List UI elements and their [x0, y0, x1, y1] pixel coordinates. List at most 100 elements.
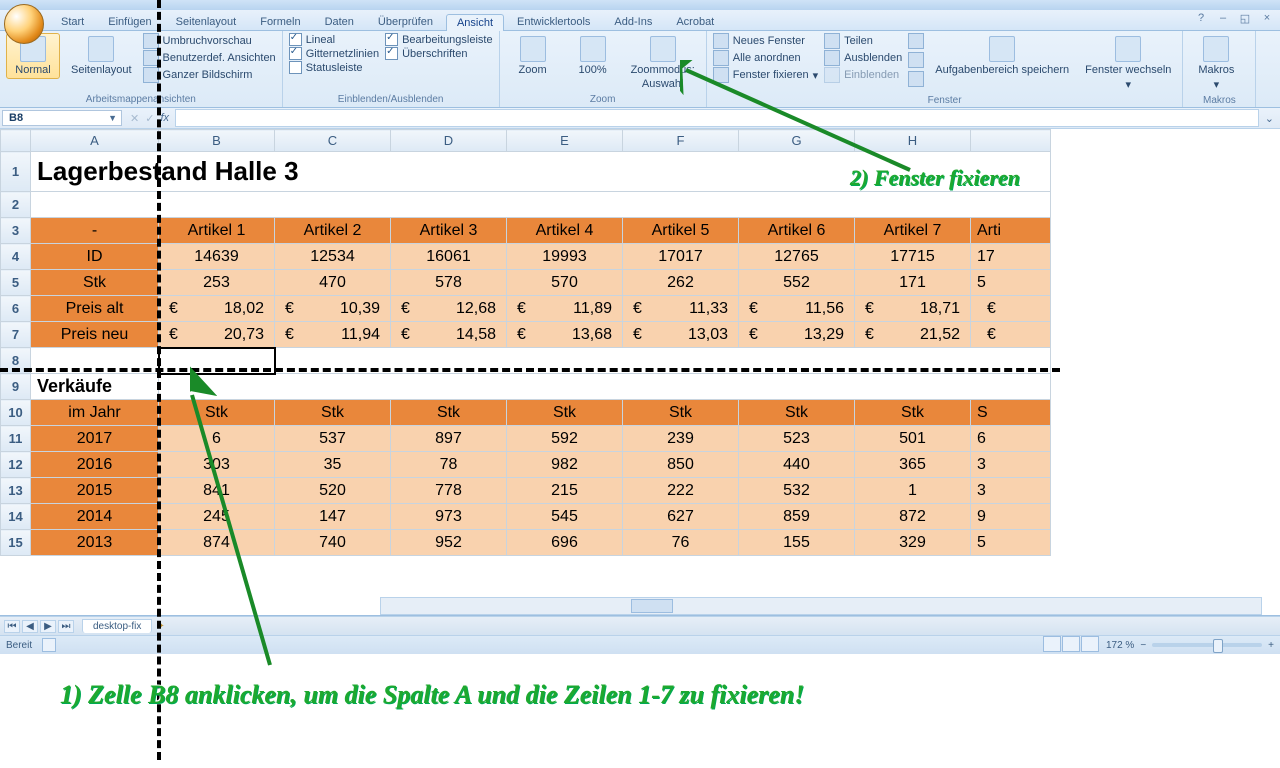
cell[interactable]: 627: [623, 504, 739, 530]
office-button[interactable]: [4, 4, 44, 44]
tab-entwicklertools[interactable]: Entwicklertools: [506, 13, 601, 30]
col-header[interactable]: H: [855, 130, 971, 152]
cell[interactable]: 2017: [31, 426, 159, 452]
cell[interactable]: €21,52: [855, 322, 971, 348]
cell[interactable]: €: [971, 296, 1051, 322]
cell[interactable]: Stk: [507, 400, 623, 426]
switch-windows-button[interactable]: Fenster wechseln▾: [1080, 33, 1176, 94]
row-header[interactable]: 1: [1, 152, 31, 192]
cell[interactable]: 239: [623, 426, 739, 452]
hide-button[interactable]: Ausblenden: [824, 50, 902, 66]
cell[interactable]: 545: [507, 504, 623, 530]
fx-icon[interactable]: fx: [160, 112, 169, 124]
new-sheet-icon[interactable]: ✦: [156, 621, 164, 632]
cell[interactable]: Artikel 6: [739, 218, 855, 244]
zoom-button[interactable]: Zoom: [506, 33, 560, 79]
cell[interactable]: €20,73: [159, 322, 275, 348]
cell[interactable]: 778: [391, 478, 507, 504]
sheet-nav-first[interactable]: ⏮: [4, 620, 20, 633]
cell[interactable]: 6: [971, 426, 1051, 452]
compare-icon[interactable]: [908, 71, 924, 87]
cell[interactable]: ID: [31, 244, 159, 270]
cell[interactable]: 76: [623, 530, 739, 556]
tab-daten[interactable]: Daten: [314, 13, 365, 30]
freeze-panes-button[interactable]: Fenster fixieren ▾: [713, 67, 818, 83]
cell[interactable]: 19993: [507, 244, 623, 270]
sheet-nav-prev[interactable]: ◀: [22, 620, 38, 633]
cell[interactable]: 155: [739, 530, 855, 556]
cell[interactable]: 520: [275, 478, 391, 504]
unhide-button[interactable]: Einblenden: [824, 67, 902, 83]
cancel-icon[interactable]: ✕: [130, 112, 139, 125]
cell[interactable]: 552: [739, 270, 855, 296]
cell[interactable]: Artikel 1: [159, 218, 275, 244]
cell[interactable]: 329: [855, 530, 971, 556]
cell[interactable]: Stk: [391, 400, 507, 426]
cell[interactable]: Preis alt: [31, 296, 159, 322]
chevron-down-icon[interactable]: ▼: [108, 113, 117, 123]
cell[interactable]: Arti: [971, 218, 1051, 244]
row-header[interactable]: 12: [1, 452, 31, 478]
cell[interactable]: 952: [391, 530, 507, 556]
cell[interactable]: 6: [159, 426, 275, 452]
row-header[interactable]: 2: [1, 192, 31, 218]
cell[interactable]: 1: [855, 478, 971, 504]
row-header[interactable]: 7: [1, 322, 31, 348]
cell[interactable]: 303: [159, 452, 275, 478]
cell[interactable]: Stk: [159, 400, 275, 426]
tab-formeln[interactable]: Formeln: [249, 13, 311, 30]
cell[interactable]: Preis neu: [31, 322, 159, 348]
cell[interactable]: 3: [971, 478, 1051, 504]
chk-gitter[interactable]: Gitternetzlinien: [289, 47, 379, 60]
help-icon[interactable]: ?: [1194, 12, 1208, 25]
cell[interactable]: 12534: [275, 244, 391, 270]
cell[interactable]: 841: [159, 478, 275, 504]
cell[interactable]: Verkäufe: [31, 374, 159, 400]
cell[interactable]: 470: [275, 270, 391, 296]
cell[interactable]: Stk: [623, 400, 739, 426]
cell[interactable]: 17017: [623, 244, 739, 270]
row-header[interactable]: 11: [1, 426, 31, 452]
col-header[interactable]: A: [31, 130, 159, 152]
row-header[interactable]: 6: [1, 296, 31, 322]
cell[interactable]: 850: [623, 452, 739, 478]
chk-status[interactable]: Statusleiste: [289, 61, 379, 74]
tab-ueberpruefen[interactable]: Überprüfen: [367, 13, 444, 30]
cell[interactable]: 2016: [31, 452, 159, 478]
chk-lineal[interactable]: Lineal: [289, 33, 379, 46]
row-header[interactable]: 10: [1, 400, 31, 426]
cell[interactable]: Stk: [31, 270, 159, 296]
view-seitenlayout-button[interactable]: Seitenlayout: [66, 33, 137, 79]
zoom-level[interactable]: 172 %: [1106, 640, 1134, 651]
cell[interactable]: €18,71: [855, 296, 971, 322]
zoom-in-icon[interactable]: +: [1268, 640, 1274, 651]
row-header[interactable]: 5: [1, 270, 31, 296]
cell[interactable]: €13,03: [623, 322, 739, 348]
cell[interactable]: Artikel 5: [623, 218, 739, 244]
zoom-selection-button[interactable]: Zoommodus:Auswahl: [626, 33, 700, 93]
new-window-button[interactable]: Neues Fenster: [713, 33, 818, 49]
cell[interactable]: 696: [507, 530, 623, 556]
col-header[interactable]: E: [507, 130, 623, 152]
row-header[interactable]: 15: [1, 530, 31, 556]
cell[interactable]: 12765: [739, 244, 855, 270]
cell[interactable]: 35: [275, 452, 391, 478]
zoom-slider[interactable]: [1152, 643, 1262, 647]
cell[interactable]: €14,58: [391, 322, 507, 348]
cell[interactable]: 982: [507, 452, 623, 478]
cell[interactable]: Artikel 3: [391, 218, 507, 244]
view-benutzer-button[interactable]: Benutzerdef. Ansichten: [143, 50, 276, 66]
cell[interactable]: 262: [623, 270, 739, 296]
name-box-input[interactable]: [7, 111, 71, 125]
sync-scroll-icon[interactable]: [908, 33, 924, 49]
horizontal-scrollbar[interactable]: [380, 597, 1262, 615]
row-header[interactable]: 3: [1, 218, 31, 244]
cell[interactable]: 222: [623, 478, 739, 504]
row-header[interactable]: 9: [1, 374, 31, 400]
macros-button[interactable]: Makros▾: [1189, 33, 1243, 94]
tab-ansicht[interactable]: Ansicht: [446, 14, 504, 31]
macro-record-icon[interactable]: [42, 638, 56, 652]
cell[interactable]: -: [31, 218, 159, 244]
row-header[interactable]: 13: [1, 478, 31, 504]
cell[interactable]: 171: [855, 270, 971, 296]
